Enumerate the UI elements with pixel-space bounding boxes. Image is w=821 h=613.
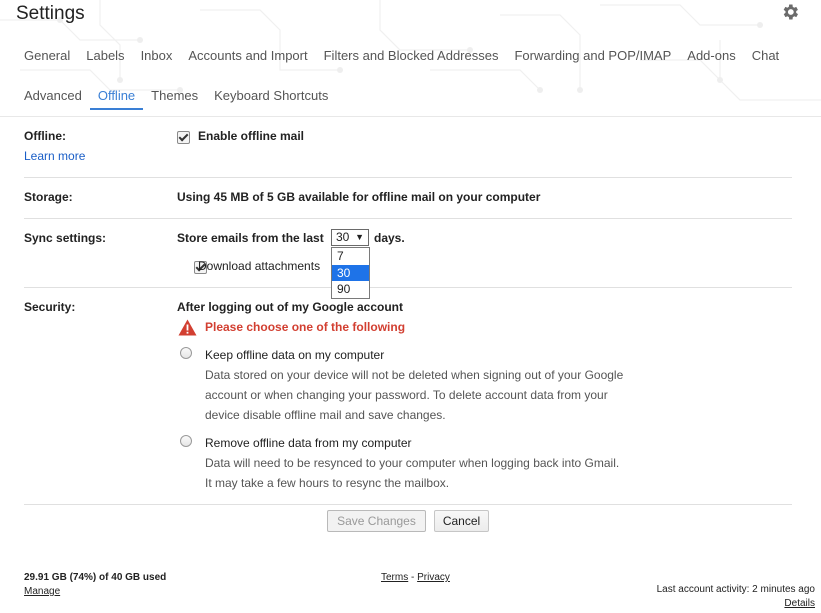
sync-settings-label: Sync settings: bbox=[24, 231, 107, 245]
header-divider bbox=[0, 116, 821, 117]
storage-used-text: 29.91 GB (74%) of 40 GB used bbox=[24, 572, 167, 583]
tab-themes[interactable]: Themes bbox=[151, 88, 198, 110]
sync-suffix-text: days. bbox=[374, 231, 405, 245]
activity-details-link[interactable]: Details bbox=[784, 598, 815, 609]
divider bbox=[24, 177, 792, 178]
keep-offline-data-label: Keep offline data on my computer bbox=[205, 348, 385, 362]
cancel-button[interactable]: Cancel bbox=[434, 510, 489, 532]
divider bbox=[24, 287, 792, 288]
footer-separator: - bbox=[408, 572, 418, 583]
tab-inbox[interactable]: Inbox bbox=[141, 48, 173, 68]
sync-prefix-text: Store emails from the last bbox=[177, 231, 324, 245]
tab-filters-and-blocked-addresses[interactable]: Filters and Blocked Addresses bbox=[324, 48, 499, 68]
tab-general[interactable]: General bbox=[24, 48, 70, 68]
storage-usage-text: Using 45 MB of 5 GB available for offlin… bbox=[177, 190, 541, 204]
download-attachments-label: Download attachments bbox=[198, 259, 321, 273]
privacy-link[interactable]: Privacy bbox=[417, 572, 450, 583]
page-title: Settings bbox=[16, 3, 85, 24]
sync-days-dropdown: 7 30 90 bbox=[331, 247, 370, 299]
tab-advanced[interactable]: Advanced bbox=[24, 88, 82, 110]
tab-chat[interactable]: Chat bbox=[752, 48, 779, 68]
warning-icon bbox=[178, 319, 197, 336]
tab-accounts-and-import[interactable]: Accounts and Import bbox=[188, 48, 307, 68]
sync-days-selected-value: 30 bbox=[336, 230, 350, 244]
tab-labels[interactable]: Labels bbox=[86, 48, 124, 68]
sync-days-select[interactable]: 30 ▼ bbox=[331, 229, 369, 246]
footer-links: Terms - Privacy bbox=[381, 572, 450, 583]
remove-offline-data-description: Data will need to be resynced to your co… bbox=[205, 456, 620, 490]
sync-days-option[interactable]: 90 bbox=[332, 281, 369, 298]
sync-days-option[interactable]: 7 bbox=[332, 248, 369, 265]
gear-icon[interactable] bbox=[780, 2, 800, 22]
terms-link[interactable]: Terms bbox=[381, 572, 408, 583]
tab-offline[interactable]: Offline bbox=[89, 88, 144, 110]
remove-offline-data-radio[interactable] bbox=[180, 435, 192, 447]
remove-offline-data-label: Remove offline data from my computer bbox=[205, 436, 412, 450]
tab-keyboard-shortcuts[interactable]: Keyboard Shortcuts bbox=[214, 88, 328, 110]
settings-tabs-row-2: Advanced Offline Themes Keyboard Shortcu… bbox=[24, 88, 344, 110]
keep-offline-data-description: Data stored on your device will not be d… bbox=[205, 368, 624, 422]
security-label: Security: bbox=[24, 300, 76, 314]
manage-storage-link[interactable]: Manage bbox=[24, 586, 60, 597]
keep-offline-data-radio[interactable] bbox=[180, 347, 192, 359]
enable-offline-label: Enable offline mail bbox=[198, 129, 305, 143]
save-changes-button[interactable]: Save Changes bbox=[327, 510, 426, 532]
sync-days-option-selected[interactable]: 30 bbox=[332, 264, 369, 281]
settings-header: Settings General Labels Inbox Accounts a… bbox=[0, 0, 821, 118]
settings-tabs-row-1: General Labels Inbox Accounts and Import… bbox=[24, 48, 795, 68]
divider bbox=[24, 218, 792, 219]
enable-offline-checkbox[interactable] bbox=[177, 131, 190, 144]
learn-more-link[interactable]: Learn more bbox=[24, 149, 85, 163]
tab-forwarding-and-pop-imap[interactable]: Forwarding and POP/IMAP bbox=[514, 48, 671, 68]
storage-label: Storage: bbox=[24, 190, 73, 204]
security-warning-text: Please choose one of the following bbox=[205, 320, 406, 334]
offline-label: Offline: bbox=[24, 129, 66, 143]
dropdown-arrow-icon: ▼ bbox=[355, 232, 364, 242]
last-activity-text: Last account activity: 2 minutes ago bbox=[656, 584, 815, 595]
divider bbox=[24, 504, 792, 505]
tab-add-ons[interactable]: Add-ons bbox=[687, 48, 735, 68]
security-heading: After logging out of my Google account bbox=[177, 300, 403, 314]
